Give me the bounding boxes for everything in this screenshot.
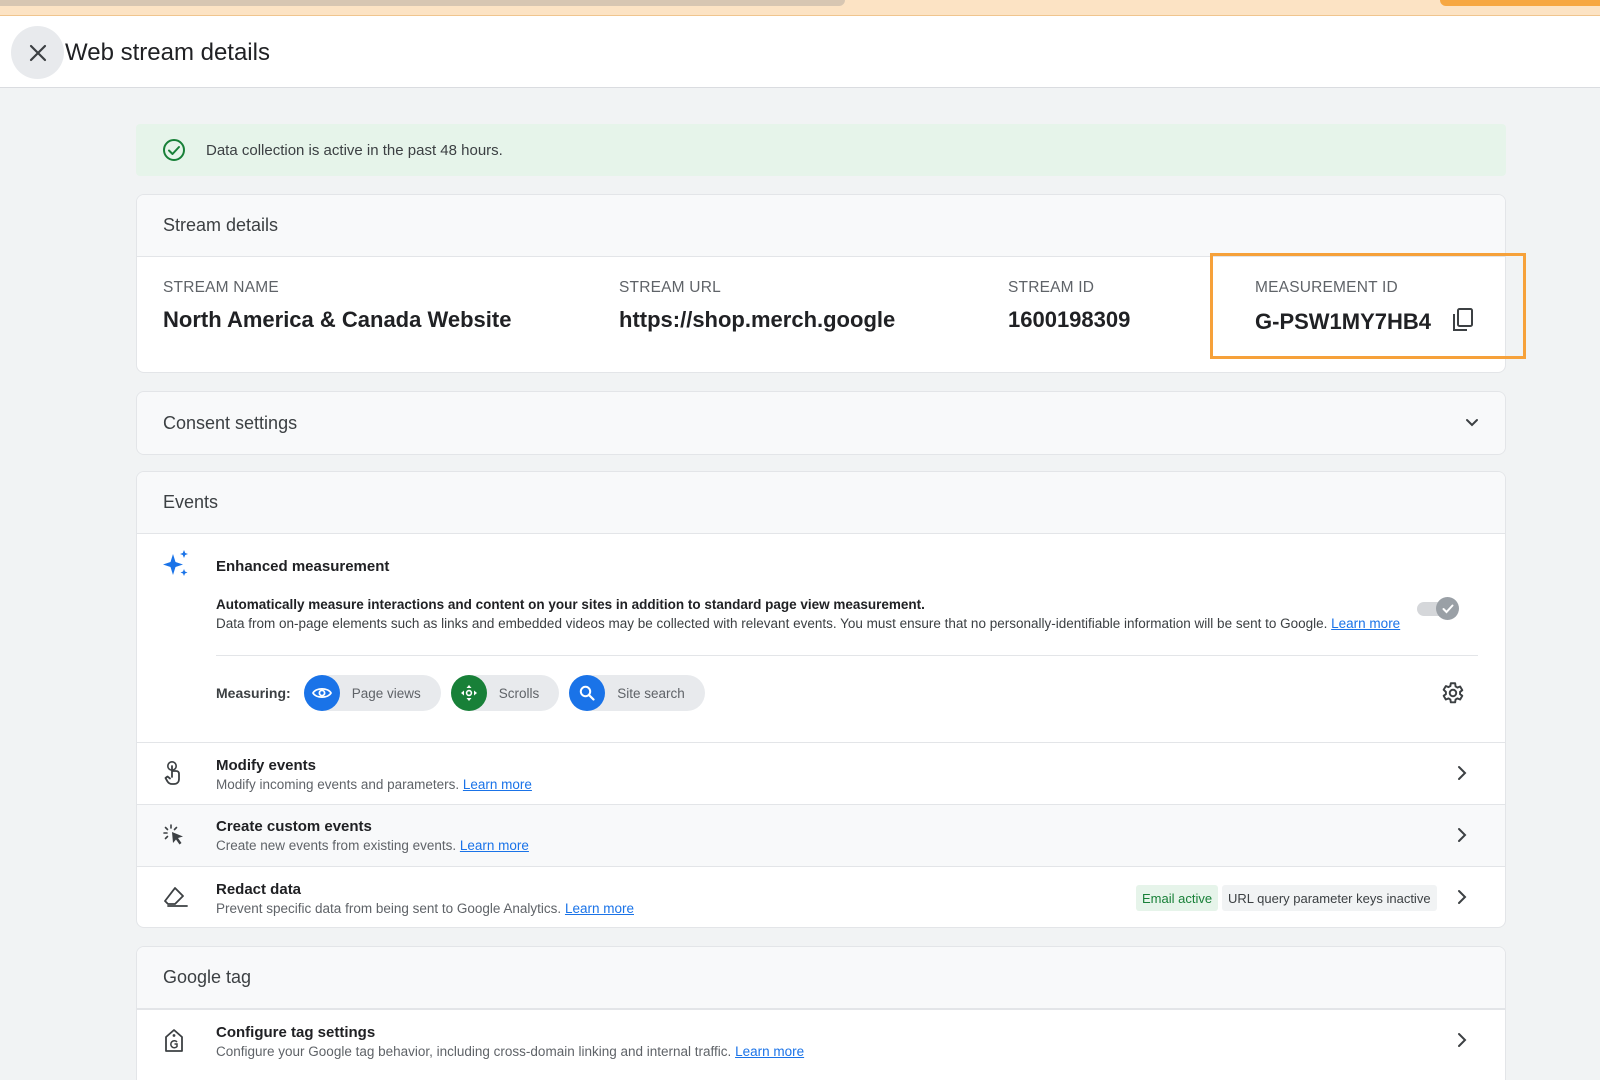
stream-url-field: STREAM URL https://shop.merch.google <box>619 279 895 333</box>
page-header: Web stream details <box>0 16 1600 88</box>
create-custom-events-title: Create custom events <box>216 818 372 835</box>
toggle-knob <box>1436 597 1459 620</box>
stream-details-body: STREAM NAME North America & Canada Websi… <box>137 257 1505 372</box>
measuring-row: Measuring: Page views Scrolls Site searc… <box>216 675 715 711</box>
enhanced-measurement-title: Enhanced measurement <box>216 558 390 575</box>
chevron-right-icon[interactable] <box>1457 827 1467 848</box>
google-tag-icon <box>163 1028 185 1059</box>
google-tag-card: Google tag Configure tag settings Config… <box>136 946 1506 1080</box>
chevron-right-icon[interactable] <box>1457 765 1467 786</box>
eye-icon <box>303 675 340 711</box>
check-icon <box>1442 604 1453 613</box>
modify-events-row[interactable]: Modify events Modify incoming events and… <box>137 742 1505 804</box>
chip-page-views-label: Page views <box>351 685 421 701</box>
events-heading: Events <box>137 472 1505 534</box>
measuring-label: Measuring: <box>216 685 291 701</box>
browser-top-strip <box>0 0 1600 16</box>
modify-events-title: Modify events <box>216 757 317 774</box>
create-custom-events-row[interactable]: Create custom events Create new events f… <box>137 804 1505 866</box>
stream-id-label: STREAM ID <box>1008 279 1095 296</box>
create-custom-events-desc-text: Create new events from existing events. <box>216 838 457 853</box>
events-card: Events Enhanced measurement Automaticall… <box>136 471 1506 928</box>
stream-details-heading: Stream details <box>137 195 1505 257</box>
chip-site-search-label: Site search <box>617 685 685 701</box>
chip-site-search[interactable]: Site search <box>569 675 705 711</box>
configure-tag-settings-desc-text: Configure your Google tag behavior, incl… <box>216 1044 732 1059</box>
google-tag-heading: Google tag <box>137 947 1505 1009</box>
chip-scrolls-label: Scrolls <box>498 685 540 701</box>
enhanced-measurement-toggle[interactable] <box>1417 596 1459 620</box>
copy-icon[interactable] <box>1451 307 1475 339</box>
stream-details-card: Stream details STREAM NAME North America… <box>136 194 1506 373</box>
measurement-id-label: MEASUREMENT ID <box>1255 279 1398 296</box>
chevron-right-icon[interactable] <box>1457 1032 1467 1053</box>
close-icon <box>29 44 46 61</box>
url-query-inactive-badge: URL query parameter keys inactive <box>1222 885 1437 911</box>
redact-data-title: Redact data <box>216 881 302 898</box>
create-custom-events-learn-more-link[interactable]: Learn more <box>460 838 529 853</box>
top-strip-left-bar <box>0 0 845 6</box>
scroll-icon <box>450 675 487 711</box>
redact-data-learn-more-link[interactable]: Learn more <box>565 901 634 916</box>
chevron-right-icon[interactable] <box>1457 889 1467 910</box>
configure-tag-settings-desc: Configure your Google tag behavior, incl… <box>216 1044 804 1059</box>
chevron-down-icon <box>1466 419 1478 427</box>
page-title: Web stream details <box>65 39 270 66</box>
measurement-id-row: G-PSW1MY7HB4 <box>1255 307 1475 339</box>
enhanced-measurement-description: Data from on-page elements such as links… <box>216 615 1411 632</box>
touch-icon <box>163 760 185 791</box>
modify-events-desc-text: Modify incoming events and parameters. <box>216 777 460 792</box>
chip-page-views[interactable]: Page views <box>303 675 441 711</box>
stream-id-value: 1600198309 <box>1008 307 1131 332</box>
configure-tag-settings-row[interactable]: Configure tag settings Configure your Go… <box>137 1009 1505 1071</box>
create-custom-events-desc: Create new events from existing events. … <box>216 838 529 853</box>
chip-scrolls[interactable]: Scrolls <box>450 675 560 711</box>
consent-settings-header[interactable]: Consent settings <box>137 392 1505 454</box>
redact-data-row[interactable]: Redact data Prevent specific data from b… <box>137 866 1505 927</box>
consent-settings-heading: Consent settings <box>163 412 298 433</box>
consent-settings-card[interactable]: Consent settings <box>136 391 1506 455</box>
close-button[interactable] <box>11 26 64 79</box>
enhanced-measurement-desc-text: Data from on-page elements such as links… <box>216 616 1328 631</box>
configure-tag-settings-title: Configure tag settings <box>216 1024 376 1041</box>
email-active-badge: Email active <box>1136 885 1219 911</box>
enhanced-measurement-summary: Automatically measure interactions and c… <box>216 597 925 612</box>
stream-url-value: https://shop.merch.google <box>619 307 896 332</box>
configure-tag-settings-learn-more-link[interactable]: Learn more <box>735 1044 804 1059</box>
measurement-id-value[interactable]: G-PSW1MY7HB4 <box>1255 309 1431 334</box>
cursor-click-icon <box>163 824 187 853</box>
enhanced-measurement-learn-more-link[interactable]: Learn more <box>1331 616 1400 631</box>
search-icon <box>569 675 606 711</box>
stream-name-field: STREAM NAME North America & Canada Websi… <box>163 279 511 333</box>
enhanced-measurement-divider <box>216 655 1478 656</box>
stream-id-field: STREAM ID 1600198309 <box>1008 279 1130 333</box>
modify-events-learn-more-link[interactable]: Learn more <box>463 777 532 792</box>
stream-name-label: STREAM NAME <box>163 279 279 296</box>
eraser-icon <box>163 886 189 913</box>
modify-events-desc: Modify incoming events and parameters. L… <box>216 777 532 792</box>
top-strip-right-bar <box>1440 0 1600 6</box>
status-banner-text: Data collection is active in the past 48… <box>206 141 503 159</box>
enhanced-measurement-section: Enhanced measurement Automatically measu… <box>137 534 1505 742</box>
stream-url-label: STREAM URL <box>619 279 721 296</box>
gear-icon[interactable] <box>1439 680 1465 711</box>
status-banner: Data collection is active in the past 48… <box>136 124 1506 176</box>
stream-name-value: North America & Canada Website <box>163 307 512 332</box>
measurement-id-field: MEASUREMENT ID G-PSW1MY7HB4 <box>1255 279 1475 339</box>
check-circle-icon <box>163 139 185 161</box>
redact-data-desc: Prevent specific data from being sent to… <box>216 901 634 916</box>
redact-data-desc-text: Prevent specific data from being sent to… <box>216 901 562 916</box>
sparkle-icon <box>163 550 189 583</box>
